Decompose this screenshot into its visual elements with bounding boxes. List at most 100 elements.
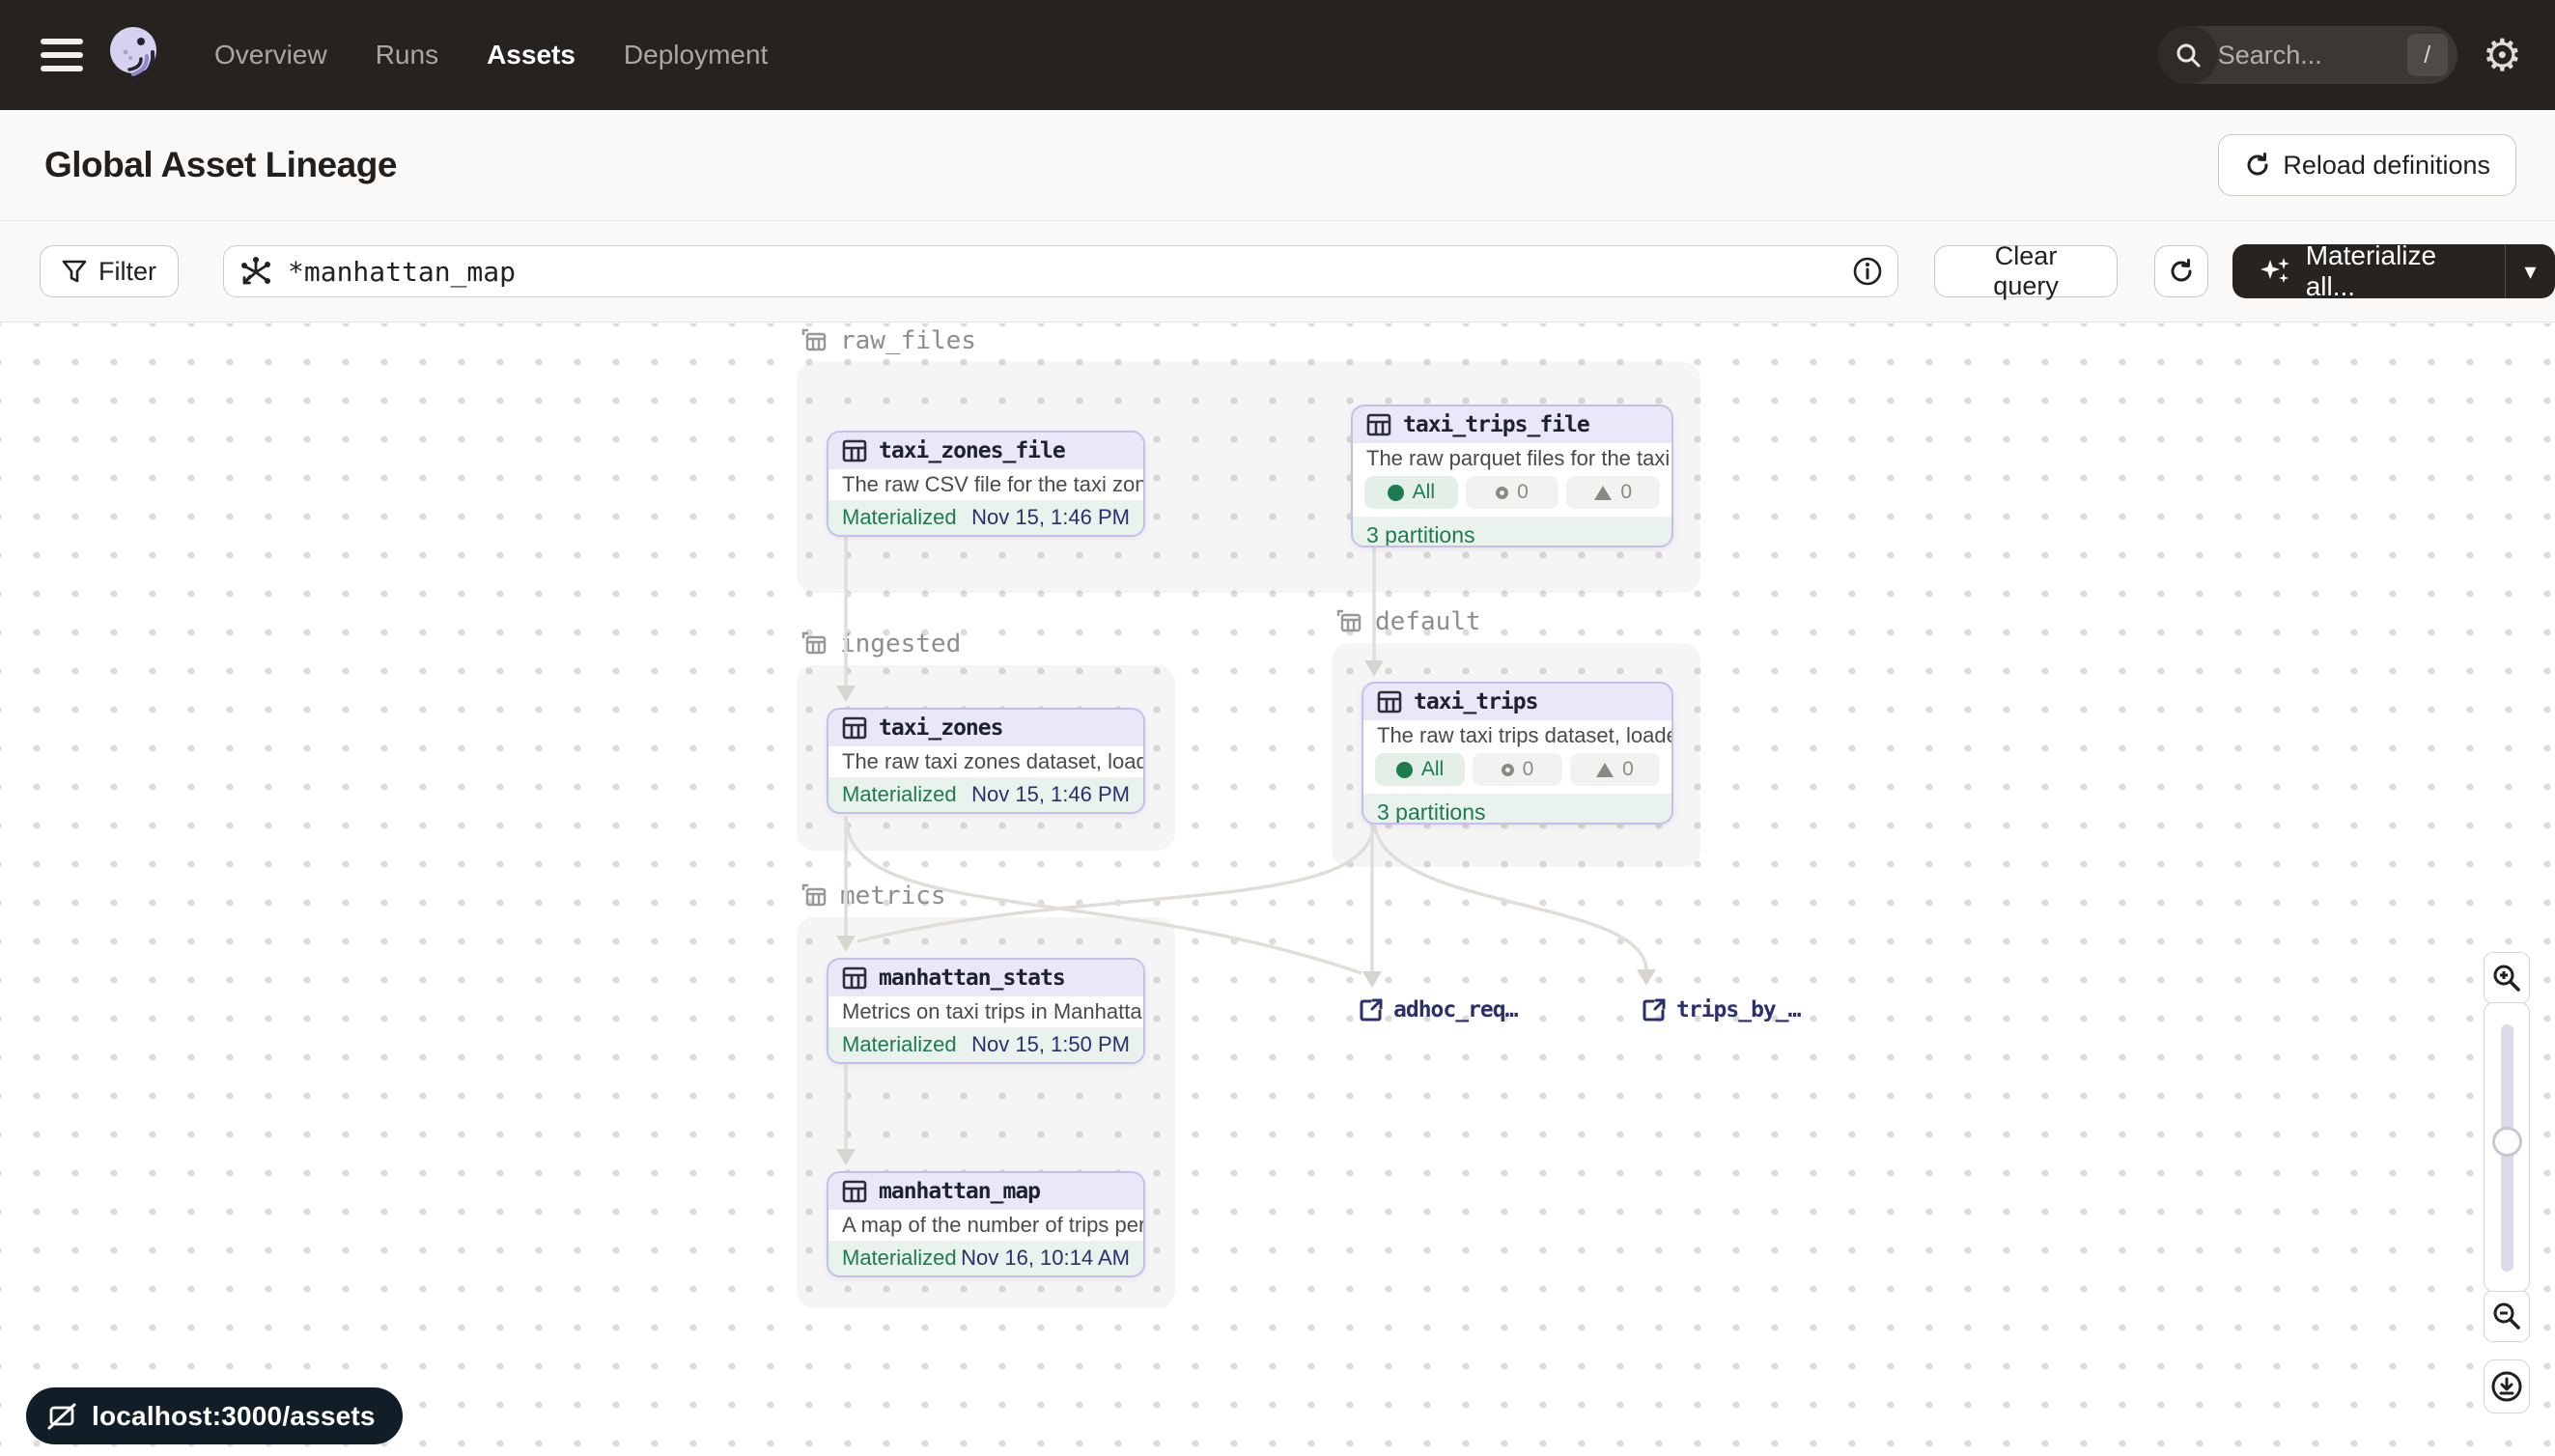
triangle-icon [1596,763,1614,777]
group-icon [1334,607,1363,636]
group-label-metrics[interactable]: metrics [800,882,946,910]
query-info-icon[interactable] [1852,256,1883,287]
table-icon [842,716,867,740]
asset-query-wrap [223,245,1898,297]
filter-button[interactable]: Filter [40,245,179,297]
asset-node-taxi-trips[interactable]: taxi_trips The raw taxi trips dataset, l… [1362,682,1673,825]
partitions-failed-pill[interactable]: 0 [1473,753,1562,786]
green-dot-icon [1396,762,1413,778]
table-icon [1366,413,1391,436]
refresh-graph-button[interactable] [2154,245,2207,297]
partitions-missing-pill[interactable]: 0 [1570,753,1660,786]
status-badge: Materialized [842,505,957,530]
search-shortcut-badge: / [2407,34,2448,76]
zoom-in-icon [2491,963,2522,994]
external-link-icon [1642,997,1667,1022]
zoom-slider-handle[interactable] [2492,1127,2522,1157]
zoom-out-button[interactable] [2484,1290,2530,1342]
status-badge: Materialized [842,1032,957,1057]
asset-node-manhattan-map[interactable]: manhattan_map A map of the number of tri… [827,1171,1145,1277]
asset-description: A map of the number of trips per taxi z.… [828,1210,1143,1241]
asset-description: The raw parquet files for the taxi trips… [1353,443,1671,474]
partitions-count: 3 partitions [1353,517,1671,547]
asset-node-taxi-zones[interactable]: taxi_zones The raw taxi zones dataset, l… [827,708,1145,814]
ring-icon [1502,764,1514,776]
graph-query-icon [239,255,273,290]
partitions-failed-pill[interactable]: 0 [1466,476,1559,509]
ring-icon [1496,487,1508,499]
green-dot-icon [1388,485,1404,501]
reload-definitions-button[interactable]: Reload definitions [2218,134,2516,196]
group-label-ingested[interactable]: ingested [800,630,961,658]
asset-node-taxi-zones-file[interactable]: taxi_zones_file The raw CSV file for the… [827,431,1145,537]
search-icon [2158,26,2218,84]
asset-description: The raw taxi trips dataset, loaded into … [1363,720,1671,751]
asset-node-taxi-trips-file[interactable]: taxi_trips_file The raw parquet files fo… [1351,405,1673,547]
materialization-timestamp: Nov 15, 1:50 PM [971,1032,1130,1057]
asset-name: taxi_zones_file [879,438,1065,463]
asset-name: taxi_zones [879,715,1002,741]
asset-description: Metrics on taxi trips in Manhattan [828,996,1143,1027]
asset-name: taxi_trips_file [1403,412,1589,437]
page-title: Global Asset Lineage [44,145,397,185]
refresh-icon [2168,258,2195,285]
group-icon [800,882,828,910]
nav-link-deployment[interactable]: Deployment [624,40,768,70]
materialization-timestamp: Nov 15, 1:46 PM [971,782,1130,807]
external-asset-trips-by[interactable]: trips_by_… [1642,997,1800,1022]
partitions-missing-pill[interactable]: 0 [1566,476,1660,509]
materialize-all-button[interactable]: Materialize all... [2232,244,2505,298]
group-label-default[interactable]: default [1334,607,1481,636]
triangle-icon [1594,486,1612,500]
table-icon [1377,690,1402,714]
materialize-dropdown-caret[interactable]: ▾ [2506,244,2555,298]
asset-description: The raw CSV file for the taxi zones dat.… [828,469,1143,500]
asset-name: manhattan_stats [879,966,1065,991]
table-icon [842,1180,867,1203]
lineage-toolbar: Filter Clear query [0,221,2555,322]
nav-link-runs[interactable]: Runs [376,40,438,70]
asset-description: The raw taxi zones dataset, loaded int..… [828,746,1143,777]
materialization-timestamp: Nov 16, 10:14 AM [961,1246,1130,1271]
partitions-all-pill[interactable]: All [1364,476,1458,509]
reload-icon [2244,152,2271,179]
clear-query-button[interactable]: Clear query [1934,245,2119,297]
filter-funnel-icon [62,259,87,284]
browser-url-badge: localhost:3000/assets [26,1387,403,1444]
page-header: Global Asset Lineage Reload definitions [0,110,2555,221]
external-link-icon [1359,997,1384,1022]
settings-gear-icon[interactable]: ⚙ [2483,33,2522,77]
status-badge: Materialized [842,1246,957,1271]
group-icon [800,326,828,355]
zoom-out-icon [2491,1301,2522,1331]
sparkle-icon [2258,254,2292,289]
asset-query-input[interactable] [223,245,1898,297]
table-icon [842,439,867,462]
materialize-all-split-button: Materialize all... ▾ [2232,244,2555,298]
group-icon [800,630,828,658]
nav-link-assets[interactable]: Assets [487,40,576,70]
table-icon [842,966,867,990]
partitions-count: 3 partitions [1363,794,1671,825]
asset-node-manhattan-stats[interactable]: manhattan_stats Metrics on taxi trips in… [827,958,1145,1064]
search-box[interactable]: / [2158,26,2457,84]
dagster-logo[interactable] [104,23,168,87]
top-nav: Overview Runs Assets Deployment / ⚙ [0,0,2555,110]
zoom-slider[interactable] [2484,1002,2530,1292]
search-input[interactable] [2218,41,2407,70]
cast-off-icon [45,1400,78,1433]
url-text: localhost:3000/assets [92,1401,376,1432]
external-asset-adhoc-request[interactable]: adhoc_req… [1359,997,1517,1022]
partitions-all-pill[interactable]: All [1375,753,1465,786]
zoom-in-button[interactable] [2484,952,2530,1004]
asset-name: manhattan_map [879,1179,1040,1204]
menu-icon[interactable] [41,39,83,71]
download-icon [2489,1369,2524,1404]
asset-name: taxi_trips [1414,689,1537,714]
download-view-button[interactable] [2484,1359,2530,1414]
status-badge: Materialized [842,782,957,807]
group-label-raw-files[interactable]: raw_files [800,326,976,355]
materialization-timestamp: Nov 15, 1:46 PM [971,505,1130,530]
nav-link-overview[interactable]: Overview [214,40,327,70]
zoom-controls [2484,952,2530,1414]
